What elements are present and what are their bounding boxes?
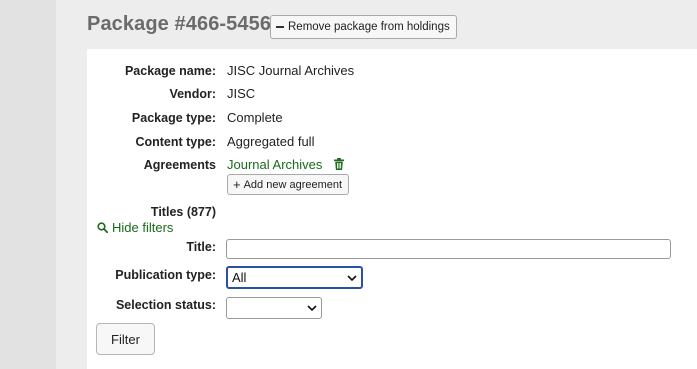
chevron-down-icon bbox=[347, 274, 357, 281]
add-agreement-label: Add new agreement bbox=[243, 178, 343, 191]
content-type-label: Content type: bbox=[135, 135, 216, 149]
agreements-label: Agreements bbox=[143, 158, 216, 172]
titles-heading: Titles (877) bbox=[150, 205, 216, 219]
package-type-label: Package type: bbox=[131, 111, 216, 125]
filter-button[interactable]: Filter bbox=[96, 323, 155, 355]
plus-icon: + bbox=[233, 177, 241, 192]
publication-type-label: Publication type: bbox=[115, 268, 216, 282]
remove-package-label: Remove package from holdings bbox=[288, 21, 450, 33]
vendor-value: JISC bbox=[227, 86, 256, 101]
hide-filters-link[interactable]: Hide filters bbox=[97, 220, 173, 235]
page-title: Package #466-5456 bbox=[87, 13, 272, 35]
package-name-value: JISC Journal Archives bbox=[227, 63, 355, 78]
search-icon bbox=[97, 222, 108, 233]
content-type-value: Aggregated full bbox=[227, 134, 315, 149]
vendor-label: Vendor: bbox=[169, 87, 216, 101]
publication-type-value: All bbox=[232, 270, 247, 285]
remove-package-button[interactable]: Remove package from holdings bbox=[270, 15, 457, 39]
add-agreement-button[interactable]: + Add new agreement bbox=[227, 174, 350, 195]
selection-status-label: Selection status: bbox=[115, 298, 216, 312]
selection-status-select[interactable] bbox=[226, 297, 322, 319]
left-sidebar bbox=[0, 0, 56, 369]
title-filter-label: Title: bbox=[186, 240, 216, 254]
trash-icon[interactable] bbox=[334, 158, 344, 170]
page-header: Package #466-5456 Remove package from ho… bbox=[56, 0, 697, 49]
agreement-link[interactable]: Journal Archives bbox=[227, 157, 322, 172]
chevron-down-icon bbox=[307, 305, 317, 312]
publication-type-select[interactable]: All bbox=[226, 266, 363, 289]
package-name-label: Package name: bbox=[124, 64, 216, 78]
package-type-value: Complete bbox=[227, 110, 283, 125]
hide-filters-label: Hide filters bbox=[112, 220, 174, 235]
minus-icon bbox=[276, 26, 284, 28]
title-filter-input[interactable] bbox=[226, 239, 671, 259]
